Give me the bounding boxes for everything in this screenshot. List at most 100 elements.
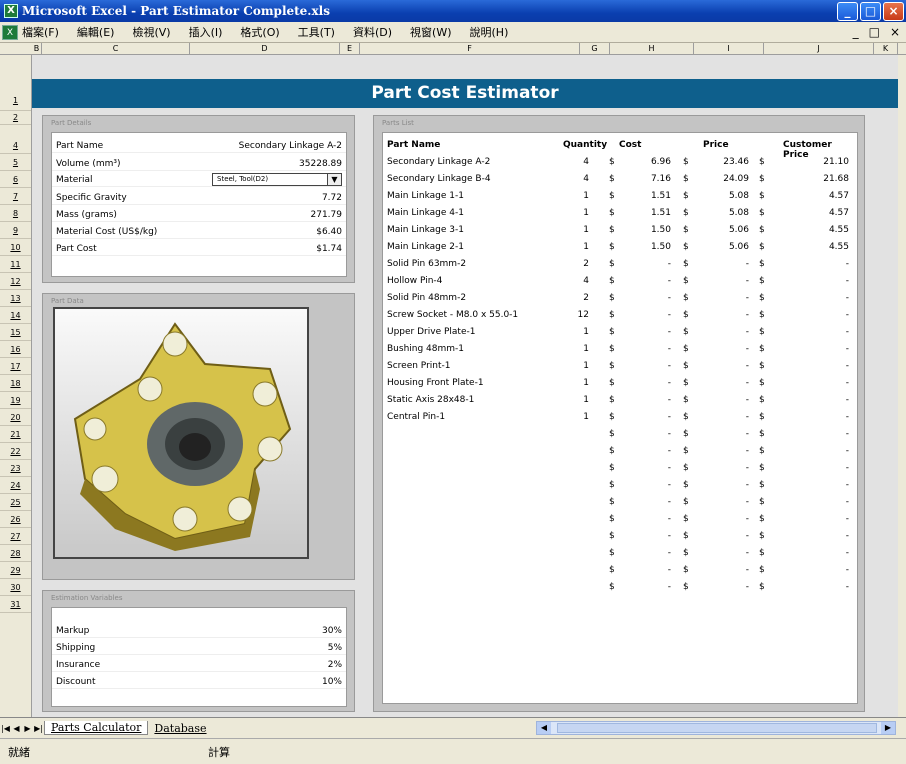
price-currency[interactable]: $ xyxy=(683,361,691,371)
cost-currency[interactable]: $ xyxy=(609,157,617,167)
table-row[interactable]: $ - $ - $ - xyxy=(383,564,857,578)
cost-currency[interactable]: $ xyxy=(609,361,617,371)
column-header-j[interactable]: J xyxy=(764,43,874,55)
customer-currency[interactable]: $ xyxy=(759,480,767,490)
part-name-row[interactable]: Part Name Secondary Linkage A-2 xyxy=(52,139,346,153)
part-name-cell[interactable]: Solid Pin 63mm-2 xyxy=(387,259,557,269)
cost-cell[interactable]: - xyxy=(619,480,671,490)
price-cell[interactable]: - xyxy=(693,276,749,286)
scroll-thumb[interactable] xyxy=(557,723,877,733)
table-row[interactable]: $ - $ - $ - xyxy=(383,445,857,459)
column-header-c[interactable]: C xyxy=(42,43,190,55)
quantity-cell[interactable]: 1 xyxy=(559,208,589,218)
quantity-cell[interactable]: 1 xyxy=(559,412,589,422)
price-cell[interactable]: 5.06 xyxy=(693,242,749,252)
matcost-row[interactable]: Material Cost (US$/kg) $6.40 xyxy=(52,225,346,239)
table-row[interactable]: Screw Socket - M8.0 x 55.0-1 12 $ - $ - $ - xyxy=(383,309,857,323)
table-row[interactable]: $ - $ - $ - xyxy=(383,581,857,595)
customer-price-cell[interactable]: 4.57 xyxy=(769,191,849,201)
customer-currency[interactable]: $ xyxy=(759,565,767,575)
customer-currency[interactable]: $ xyxy=(759,446,767,456)
cost-currency[interactable]: $ xyxy=(609,446,617,456)
column-header-i[interactable]: I xyxy=(694,43,764,55)
tab-database[interactable]: Database xyxy=(148,722,212,735)
menu-help[interactable]: 說明(H) xyxy=(470,24,509,40)
menu-edit[interactable]: 編輯(E) xyxy=(77,24,115,40)
cost-cell[interactable]: - xyxy=(619,497,671,507)
price-cell[interactable]: - xyxy=(693,293,749,303)
cost-cell[interactable]: - xyxy=(619,531,671,541)
cost-currency[interactable]: $ xyxy=(609,412,617,422)
price-currency[interactable]: $ xyxy=(683,310,691,320)
matcost-value[interactable]: $6.40 xyxy=(316,227,342,237)
price-cell[interactable]: 23.46 xyxy=(693,157,749,167)
part-name-cell[interactable]: Central Pin-1 xyxy=(387,412,557,422)
customer-currency[interactable]: $ xyxy=(759,344,767,354)
table-row[interactable]: Central Pin-1 1 $ - $ - $ - xyxy=(383,411,857,425)
row-header[interactable]: 17 xyxy=(0,358,31,375)
customer-currency[interactable]: $ xyxy=(759,429,767,439)
row-header[interactable]: 27 xyxy=(0,528,31,545)
customer-currency[interactable]: $ xyxy=(759,463,767,473)
row-header[interactable]: 26 xyxy=(0,511,31,528)
row-header[interactable]: 12 xyxy=(0,273,31,290)
row-header[interactable]: 18 xyxy=(0,375,31,392)
partcost-row[interactable]: Part Cost $1.74 xyxy=(52,242,346,256)
quantity-cell[interactable]: 1 xyxy=(559,225,589,235)
discount-row[interactable]: Discount 10% xyxy=(52,675,346,689)
part-name-cell[interactable]: Screen Print-1 xyxy=(387,361,557,371)
row-header[interactable]: 19 xyxy=(0,392,31,409)
customer-currency[interactable]: $ xyxy=(759,174,767,184)
shipping-value[interactable]: 5% xyxy=(328,643,342,653)
quantity-cell[interactable]: 1 xyxy=(559,344,589,354)
tab-parts-calculator[interactable]: Parts Calculator xyxy=(44,721,149,735)
excel-icon[interactable]: X xyxy=(4,4,18,18)
volume-value[interactable]: 35228.89 xyxy=(299,159,342,169)
quantity-cell[interactable]: 1 xyxy=(559,395,589,405)
next-sheet-button[interactable]: ▶ xyxy=(22,724,33,733)
customer-price-cell[interactable]: - xyxy=(769,293,849,303)
cost-currency[interactable]: $ xyxy=(609,565,617,575)
cost-currency[interactable]: $ xyxy=(609,531,617,541)
part-name-cell[interactable]: Main Linkage 2-1 xyxy=(387,242,557,252)
cost-cell[interactable]: - xyxy=(619,429,671,439)
minimize-button[interactable]: _ xyxy=(837,1,858,21)
part-name-cell[interactable]: Secondary Linkage B-4 xyxy=(387,174,557,184)
price-currency[interactable]: $ xyxy=(683,174,691,184)
customer-price-cell[interactable]: - xyxy=(769,514,849,524)
price-currency[interactable]: $ xyxy=(683,446,691,456)
part-name-cell[interactable]: Main Linkage 1-1 xyxy=(387,191,557,201)
table-row[interactable]: $ - $ - $ - xyxy=(383,496,857,510)
row-header[interactable]: 29 xyxy=(0,562,31,579)
price-cell[interactable]: - xyxy=(693,565,749,575)
cost-cell[interactable]: - xyxy=(619,463,671,473)
cost-currency[interactable]: $ xyxy=(609,293,617,303)
customer-price-cell[interactable]: - xyxy=(769,463,849,473)
insurance-value[interactable]: 2% xyxy=(328,660,342,670)
cost-cell[interactable]: - xyxy=(619,361,671,371)
price-cell[interactable]: - xyxy=(693,429,749,439)
cost-cell[interactable]: - xyxy=(619,565,671,575)
scroll-left-icon[interactable]: ◀ xyxy=(537,722,551,734)
price-currency[interactable]: $ xyxy=(683,242,691,252)
cost-cell[interactable]: - xyxy=(619,548,671,558)
price-currency[interactable]: $ xyxy=(683,276,691,286)
price-cell[interactable]: - xyxy=(693,446,749,456)
prev-sheet-button[interactable]: ◀ xyxy=(11,724,22,733)
column-header-b[interactable]: B xyxy=(32,43,42,55)
table-row[interactable]: $ - $ - $ - xyxy=(383,513,857,527)
cost-cell[interactable]: - xyxy=(619,582,671,592)
material-row[interactable]: Material Steel, Tool(D2) ▼ xyxy=(52,173,346,187)
part-name-value[interactable]: Secondary Linkage A-2 xyxy=(239,141,342,151)
cost-cell[interactable]: - xyxy=(619,276,671,286)
table-row[interactable]: Main Linkage 3-1 1 $1.50 $5.06 $4.55 xyxy=(383,224,857,238)
row-header[interactable]: 30 xyxy=(0,579,31,596)
row-header[interactable]: 5 xyxy=(0,154,31,171)
cost-cell[interactable]: - xyxy=(619,259,671,269)
customer-currency[interactable]: $ xyxy=(759,259,767,269)
table-row[interactable]: Static Axis 28x48-1 1 $ - $ - $ - xyxy=(383,394,857,408)
menu-tools[interactable]: 工具(T) xyxy=(298,24,335,40)
price-currency[interactable]: $ xyxy=(683,531,691,541)
customer-currency[interactable]: $ xyxy=(759,327,767,337)
cost-currency[interactable]: $ xyxy=(609,208,617,218)
